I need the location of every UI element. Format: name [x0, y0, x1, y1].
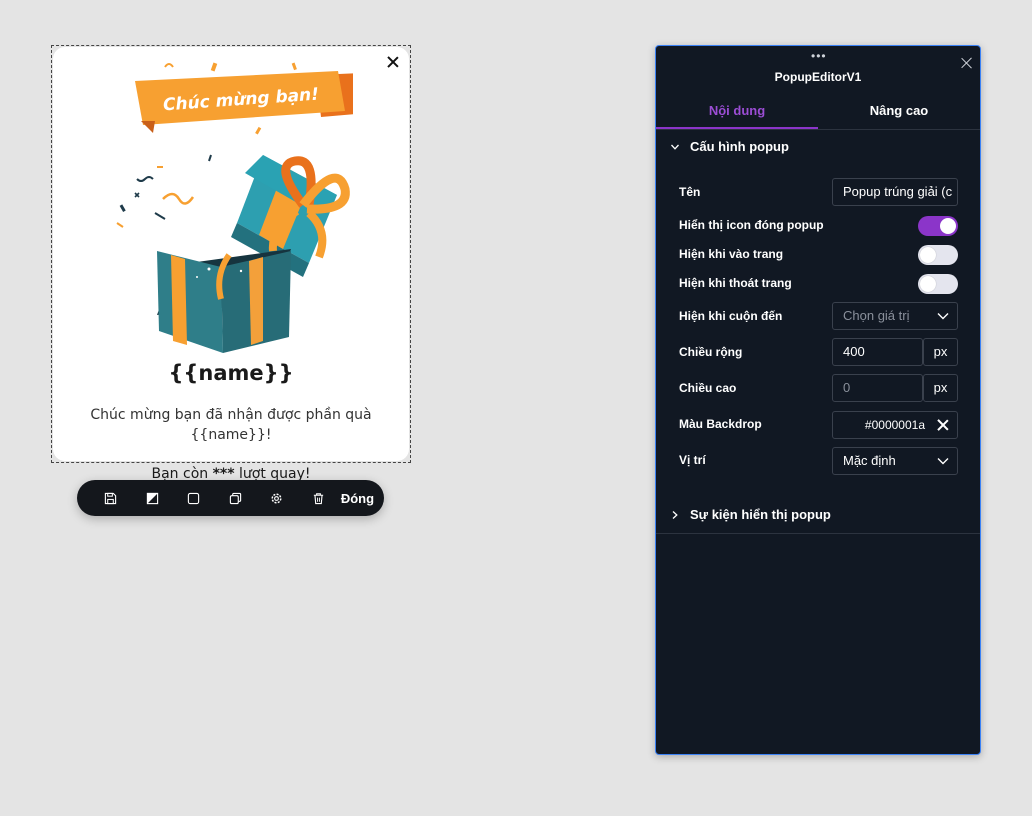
delete-button[interactable] — [297, 480, 338, 516]
position-value: Mặc định — [843, 453, 896, 468]
section-divider — [656, 533, 980, 534]
section-display-events[interactable]: Sự kiện hiển thị popup — [670, 507, 831, 522]
gift-box-illustration: Chúc mừng bạn! — [116, 62, 353, 353]
duplicate-icon — [229, 492, 241, 504]
gear-icon — [271, 492, 282, 504]
width-unit[interactable]: px — [923, 338, 958, 366]
toggle-knob — [920, 247, 936, 263]
square-icon — [188, 492, 200, 504]
popup-title: {{name}} — [168, 361, 294, 385]
tab-advanced[interactable]: Nâng cao — [818, 94, 980, 129]
show-on-scroll-placeholder: Chọn giá trị — [843, 308, 910, 323]
show-on-enter-label: Hiện khi vào trang — [679, 247, 784, 261]
show-on-exit-toggle[interactable] — [918, 274, 958, 294]
show-on-enter-toggle[interactable] — [918, 245, 958, 265]
section-popup-config[interactable]: Cấu hình popup — [670, 139, 789, 154]
position-label: Vị trí — [679, 453, 706, 467]
backdrop-color-value: #0000001a — [864, 418, 925, 432]
element-toolbar: Đóng — [77, 480, 384, 516]
settings-button[interactable] — [256, 480, 297, 516]
position-select[interactable]: Mặc định — [832, 447, 958, 475]
save-icon — [105, 492, 117, 504]
frame-button[interactable] — [173, 480, 214, 516]
popup-body-text: Chúc mừng bạn đã nhận được phần quà {{na… — [90, 407, 372, 443]
height-label: Chiều cao — [679, 381, 737, 395]
width-input[interactable]: 400 — [832, 338, 923, 366]
name-input[interactable]: Popup trúng giải (c — [832, 178, 958, 206]
panel-close-icon[interactable] — [960, 56, 974, 70]
name-label: Tên — [679, 185, 701, 199]
chevron-down-icon — [937, 313, 949, 320]
tab-content[interactable]: Nội dung — [656, 94, 818, 129]
close-toolbar-button[interactable]: Đóng — [341, 491, 374, 506]
backdrop-color-input[interactable]: #0000001a — [832, 411, 958, 439]
trash-icon — [313, 492, 323, 504]
panel-tabs: Nội dung Nâng cao — [656, 94, 980, 130]
width-label: Chiều rộng — [679, 345, 743, 359]
height-input[interactable]: 0 — [832, 374, 923, 402]
show-on-scroll-label: Hiện khi cuộn đến — [679, 309, 783, 323]
popup-editor-panel: ••• PopupEditorV1 Nội dung Nâng cao Cấu … — [655, 45, 981, 755]
toggle-knob — [940, 218, 956, 234]
section-display-events-label: Sự kiện hiển thị popup — [690, 507, 831, 522]
chevron-down-icon — [937, 458, 949, 465]
popup-card[interactable]: Chúc mừng bạn! {{name}} Chúc mừng bạn đã… — [53, 47, 409, 461]
height-unit[interactable]: px — [923, 374, 958, 402]
congrats-banner: Chúc mừng bạn! — [135, 71, 353, 133]
show-close-icon-toggle[interactable] — [918, 216, 958, 236]
clear-icon[interactable] — [937, 419, 949, 431]
save-button[interactable] — [90, 480, 131, 516]
duplicate-button[interactable] — [214, 480, 255, 516]
show-on-exit-label: Hiện khi thoát trang — [679, 276, 792, 290]
chevron-right-icon — [672, 510, 678, 519]
panel-title: PopupEditorV1 — [774, 70, 862, 84]
chevron-down-icon — [671, 144, 679, 150]
style-button[interactable] — [131, 480, 172, 516]
backdrop-label: Màu Backdrop — [679, 417, 762, 431]
popup-close-icon[interactable] — [385, 54, 401, 70]
contrast-icon — [146, 492, 158, 504]
drag-handle-icon[interactable]: ••• — [811, 50, 827, 62]
popup-preview-frame[interactable]: Chúc mừng bạn! {{name}} Chúc mừng bạn đã… — [51, 45, 411, 463]
show-close-icon-label: Hiển thị icon đóng popup — [679, 218, 824, 232]
section-popup-config-label: Cấu hình popup — [690, 139, 789, 154]
show-on-scroll-select[interactable]: Chọn giá trị — [832, 302, 958, 330]
toggle-knob — [920, 276, 936, 292]
